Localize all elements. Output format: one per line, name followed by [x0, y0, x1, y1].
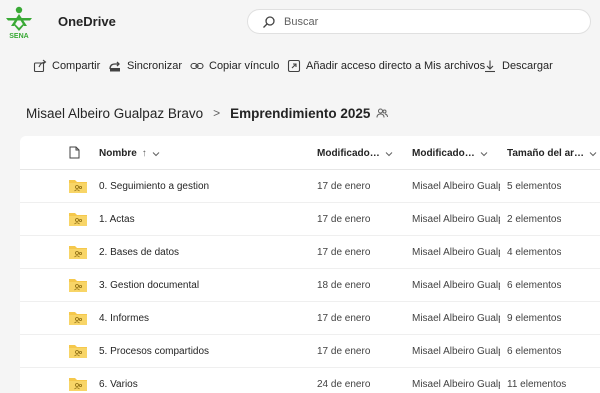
- chevron-down-icon: [480, 151, 488, 156]
- file-name[interactable]: 4. Informes: [99, 313, 149, 324]
- sort-ascending-icon: ↑: [141, 148, 147, 159]
- item-count: 5 elementos: [507, 181, 562, 192]
- breadcrumb-separator: >: [213, 106, 221, 120]
- modified-by: Misael Albeiro Gualpaz Bravo: [412, 181, 500, 192]
- table-row[interactable]: 2. Bases de datos 17 de enero Misael Alb…: [20, 236, 600, 269]
- sena-logo[interactable]: SENA: [2, 5, 36, 39]
- item-count: 6 elementos: [507, 346, 562, 357]
- search-placeholder: Buscar: [284, 16, 319, 28]
- copy-link-button[interactable]: Copiar vínculo: [190, 50, 279, 82]
- column-header-row: Nombre ↑ Modificado… Modificado… Tamaño …: [20, 136, 600, 170]
- modified-date: 17 de enero: [317, 181, 371, 192]
- chevron-down-icon: [152, 151, 160, 156]
- file-name[interactable]: 2. Bases de datos: [99, 247, 179, 258]
- file-name[interactable]: 6. Varios: [99, 379, 138, 390]
- file-name[interactable]: 5. Procesos compartidos: [99, 346, 209, 357]
- modified-by: Misael Albeiro Gualpaz Bravo: [412, 280, 500, 291]
- item-count: 9 elementos: [507, 313, 562, 324]
- modified-by: Misael Albeiro Gualpaz Bravo: [412, 379, 500, 390]
- document-icon[interactable]: [69, 146, 80, 159]
- modified-by: Misael Albeiro Gualpaz Bravo: [412, 346, 500, 357]
- modified-date: 24 de enero: [317, 379, 371, 390]
- breadcrumb: Misael Albeiro Gualpaz Bravo > Emprendim…: [26, 104, 389, 122]
- download-label: Descargar: [502, 60, 553, 72]
- file-name[interactable]: 1. Actas: [99, 214, 135, 225]
- item-count: 4 elementos: [507, 247, 562, 258]
- column-modified[interactable]: Modificado…: [317, 148, 393, 159]
- app-name[interactable]: OneDrive: [58, 14, 116, 29]
- shortcut-icon: [287, 59, 301, 73]
- modified-date: 17 de enero: [317, 214, 371, 225]
- chevron-down-icon: [385, 151, 393, 156]
- shared-folder-icon: [69, 345, 87, 358]
- modified-date: 17 de enero: [317, 313, 371, 324]
- table-row[interactable]: 3. Gestion documental 18 de enero Misael…: [20, 269, 600, 302]
- modified-date: 17 de enero: [317, 346, 371, 357]
- shared-folder-icon: [69, 378, 87, 391]
- modified-by: Misael Albeiro Gualpaz Bravo: [412, 313, 500, 324]
- modified-by: Misael Albeiro Gualpaz Bravo: [412, 247, 500, 258]
- item-count: 6 elementos: [507, 280, 562, 291]
- column-name[interactable]: Nombre ↑: [99, 148, 160, 159]
- table-row[interactable]: 6. Varios 24 de enero Misael Albeiro Gua…: [20, 368, 600, 393]
- download-button[interactable]: Descargar: [483, 50, 553, 82]
- search-icon: [263, 16, 275, 28]
- column-name-label: Nombre: [99, 148, 137, 159]
- column-modified-by-label: Modificado…: [412, 148, 475, 159]
- column-modified-by[interactable]: Modificado…: [412, 148, 488, 159]
- file-name[interactable]: 0. Seguimiento a gestion: [99, 181, 209, 192]
- table-row[interactable]: 0. Seguimiento a gestion 17 de enero Mis…: [20, 170, 600, 203]
- link-icon: [190, 62, 204, 70]
- table-row[interactable]: 5. Procesos compartidos 17 de enero Misa…: [20, 335, 600, 368]
- shared-people-icon: [376, 108, 389, 118]
- item-count: 2 elementos: [507, 214, 562, 225]
- shared-folder-icon: [69, 246, 87, 259]
- svg-text:SENA: SENA: [9, 33, 28, 39]
- share-icon: [33, 59, 47, 73]
- breadcrumb-current[interactable]: Emprendimiento 2025: [230, 106, 370, 121]
- modified-date: 18 de enero: [317, 280, 371, 291]
- column-size-label: Tamaño del ar…: [507, 148, 585, 159]
- top-header: SENA OneDrive Buscar: [0, 0, 600, 44]
- shared-folder-icon: [69, 213, 87, 226]
- add-shortcut-button[interactable]: Añadir acceso directo a Mis archivos: [287, 50, 485, 82]
- sync-label: Sincronizar: [127, 60, 183, 72]
- table-row[interactable]: 1. Actas 17 de enero Misael Albeiro Gual…: [20, 203, 600, 236]
- add-shortcut-label: Añadir acceso directo a Mis archivos: [306, 60, 486, 72]
- chevron-down-icon: [589, 151, 597, 156]
- breadcrumb-root[interactable]: Misael Albeiro Gualpaz Bravo: [26, 106, 203, 121]
- file-name[interactable]: 3. Gestion documental: [99, 280, 199, 291]
- modified-by: Misael Albeiro Gualpaz Bravo: [412, 214, 500, 225]
- column-size[interactable]: Tamaño del ar…: [507, 148, 597, 159]
- download-icon: [485, 60, 495, 73]
- share-label: Compartir: [52, 60, 101, 72]
- copy-link-label: Copiar vínculo: [209, 60, 280, 72]
- column-modified-label: Modificado…: [317, 148, 380, 159]
- sync-icon: [109, 61, 120, 72]
- share-button[interactable]: Compartir: [33, 50, 100, 82]
- modified-date: 17 de enero: [317, 247, 371, 258]
- search-box[interactable]: Buscar: [247, 9, 591, 34]
- table-row[interactable]: 4. Informes 17 de enero Misael Albeiro G…: [20, 302, 600, 335]
- command-bar: Compartir Sincronizar Copiar vínculo Aña…: [0, 50, 600, 82]
- file-list: Nombre ↑ Modificado… Modificado… Tamaño …: [20, 136, 600, 393]
- sync-button[interactable]: Sincronizar: [108, 50, 182, 82]
- shared-folder-icon: [69, 279, 87, 292]
- shared-folder-icon: [69, 312, 87, 325]
- item-count: 11 elementos: [507, 379, 567, 390]
- shared-folder-icon: [69, 180, 87, 193]
